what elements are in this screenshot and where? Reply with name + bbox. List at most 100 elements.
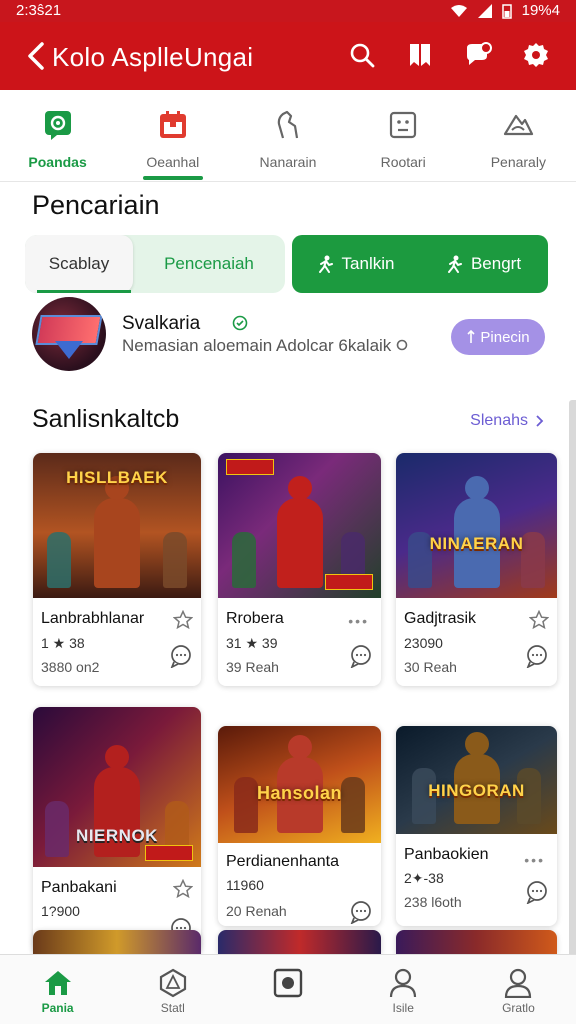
game-meta: 238 l6oth [404, 894, 462, 910]
comment-icon[interactable] [349, 644, 373, 668]
comment-icon[interactable] [169, 644, 193, 668]
battery-text: 19%4 [521, 2, 560, 19]
tab-label: Nanarain [259, 154, 317, 170]
pin-icon [467, 330, 475, 343]
game-artwork: Hansolan [218, 726, 381, 843]
segmented-control: Pencenaiah Scablay [25, 235, 285, 293]
tab-nanarain[interactable]: Nanarain [230, 90, 345, 181]
status-icons: 19%4 [450, 2, 560, 19]
nav-label: Isile [392, 1001, 414, 1015]
nav-label: Statl [160, 1001, 185, 1015]
see-more-label: Slenahs [470, 412, 528, 429]
chevron-right-icon [536, 415, 544, 427]
profile-action-button[interactable]: Pinecin [451, 319, 545, 355]
tab-label: Rootari [380, 154, 426, 170]
profile-subtitle: Nemasian aloemain Adolcar 6kalaik [122, 336, 408, 356]
game-title: Rrobera [226, 610, 284, 627]
game-card-partial[interactable] [33, 930, 201, 954]
tab-penaraly[interactable]: Penaraly [461, 90, 576, 181]
game-card[interactable]: HINGORAN Panbaokien 2✦-38 238 l6oth ••• [396, 726, 557, 926]
list-heading: Sanlisnkaltcb [32, 405, 180, 433]
back-button[interactable] [22, 40, 50, 72]
nav-record[interactable] [230, 955, 345, 1024]
home-icon [43, 967, 73, 999]
gear-icon [524, 43, 548, 67]
game-artwork: NIERNOK [33, 707, 201, 867]
tab-label: Oeanhal [146, 154, 200, 170]
tab-poandas[interactable]: Poandas [0, 90, 115, 181]
segment-option-1-label: Scablay [48, 254, 110, 273]
profile-action-label: Pinecin [480, 328, 530, 346]
nav-label: Gratlo [502, 1001, 535, 1015]
game-card[interactable]: NIERNOK Panbakani 1?900 [33, 707, 201, 952]
face-icon [386, 108, 420, 142]
nav-label: Pania [41, 1001, 74, 1015]
see-more-link[interactable]: Slenahs [470, 412, 544, 430]
game-title: Perdianenhanta [226, 853, 339, 870]
hexagon-icon [158, 967, 188, 999]
notification-button[interactable] [464, 40, 492, 70]
bottom-navigation: Pania Statl Isile Gratlo [0, 954, 576, 1024]
scrollbar[interactable] [569, 400, 576, 960]
game-card[interactable]: NINAERAN Gadjtrasik 23090 30 Reah [396, 453, 557, 686]
settings-button[interactable] [522, 40, 550, 70]
segment-option-1[interactable]: Scablay [25, 235, 133, 293]
record-icon [273, 967, 303, 999]
status-bar: 2:3ŝ21 19%4 [0, 0, 576, 22]
nav-isile[interactable]: Isile [346, 955, 461, 1024]
avatar[interactable] [32, 297, 106, 371]
game-banner: NINAERAN [429, 534, 524, 553]
game-artwork: HINGORAN [396, 726, 557, 834]
game-card-partial[interactable] [396, 930, 557, 954]
comment-icon[interactable] [525, 644, 549, 668]
star-outline-icon[interactable] [529, 610, 549, 630]
bengrt-button[interactable]: Bengrt [420, 235, 548, 293]
app-bar: Kolo AsplleUngai [0, 22, 576, 90]
status-time: 2:3ŝ21 [16, 2, 62, 19]
action-button-group: Tanlkin Bengrt [292, 235, 548, 293]
nav-pania[interactable]: Pania [0, 955, 115, 1024]
game-rating: 1 ★ 38 [41, 635, 85, 651]
game-meta: 20 Renah [226, 903, 287, 919]
game-rating: 11960 [226, 877, 264, 893]
chat-notification-icon [467, 42, 492, 65]
star-outline-icon[interactable] [173, 610, 193, 630]
verified-icon [232, 315, 248, 336]
wifi-icon [450, 4, 467, 17]
person-icon [389, 967, 417, 999]
chat-bubble-icon [41, 108, 75, 142]
game-title: Gadjtrasik [404, 610, 477, 627]
more-options-icon[interactable]: ••• [348, 613, 369, 629]
app-title: Kolo AsplleUngai [52, 42, 254, 72]
clock-icon [396, 339, 408, 351]
avatar-emblem [55, 341, 83, 359]
game-artwork: NINAERAN [396, 453, 557, 598]
nav-gratlo[interactable]: Gratlo [461, 955, 576, 1024]
comment-icon[interactable] [525, 880, 549, 904]
tab-rootari[interactable]: Rootari [346, 90, 461, 181]
game-card[interactable]: HISLLBAEK Lanbrabhlanar 1 ★ 38 3880 on2 [33, 453, 201, 686]
more-options-icon[interactable]: ••• [524, 852, 545, 868]
game-title: Panbaokien [404, 846, 489, 863]
game-meta: 30 Reah [404, 659, 457, 675]
tab-label: Poandas [28, 154, 87, 170]
tanlkin-button[interactable]: Tanlkin [292, 235, 420, 293]
game-rating: 31 ★ 39 [226, 635, 278, 651]
search-button[interactable] [348, 40, 376, 70]
comment-icon[interactable] [349, 900, 373, 924]
game-banner: HINGORAN [428, 781, 525, 800]
runner-icon [318, 255, 333, 273]
game-artwork: HISLLBAEK [33, 453, 201, 598]
cloud-mountain-icon [501, 108, 535, 142]
tab-indicator [143, 176, 204, 180]
game-meta: 3880 on2 [41, 659, 100, 675]
game-rating: 2✦-38 [404, 870, 444, 886]
segment-option-2[interactable]: Pencenaiah [133, 235, 285, 293]
game-card-partial[interactable] [218, 930, 381, 954]
star-outline-icon[interactable] [173, 879, 193, 899]
tab-oeanhal[interactable]: Oeanhal [115, 90, 230, 181]
game-card[interactable]: Hansolan Perdianenhanta 11960 20 Renah [218, 726, 381, 926]
bookmark-button[interactable] [406, 40, 434, 70]
nav-statl[interactable]: Statl [115, 955, 230, 1024]
game-card[interactable]: Rrobera 31 ★ 39 39 Reah ••• [218, 453, 381, 686]
